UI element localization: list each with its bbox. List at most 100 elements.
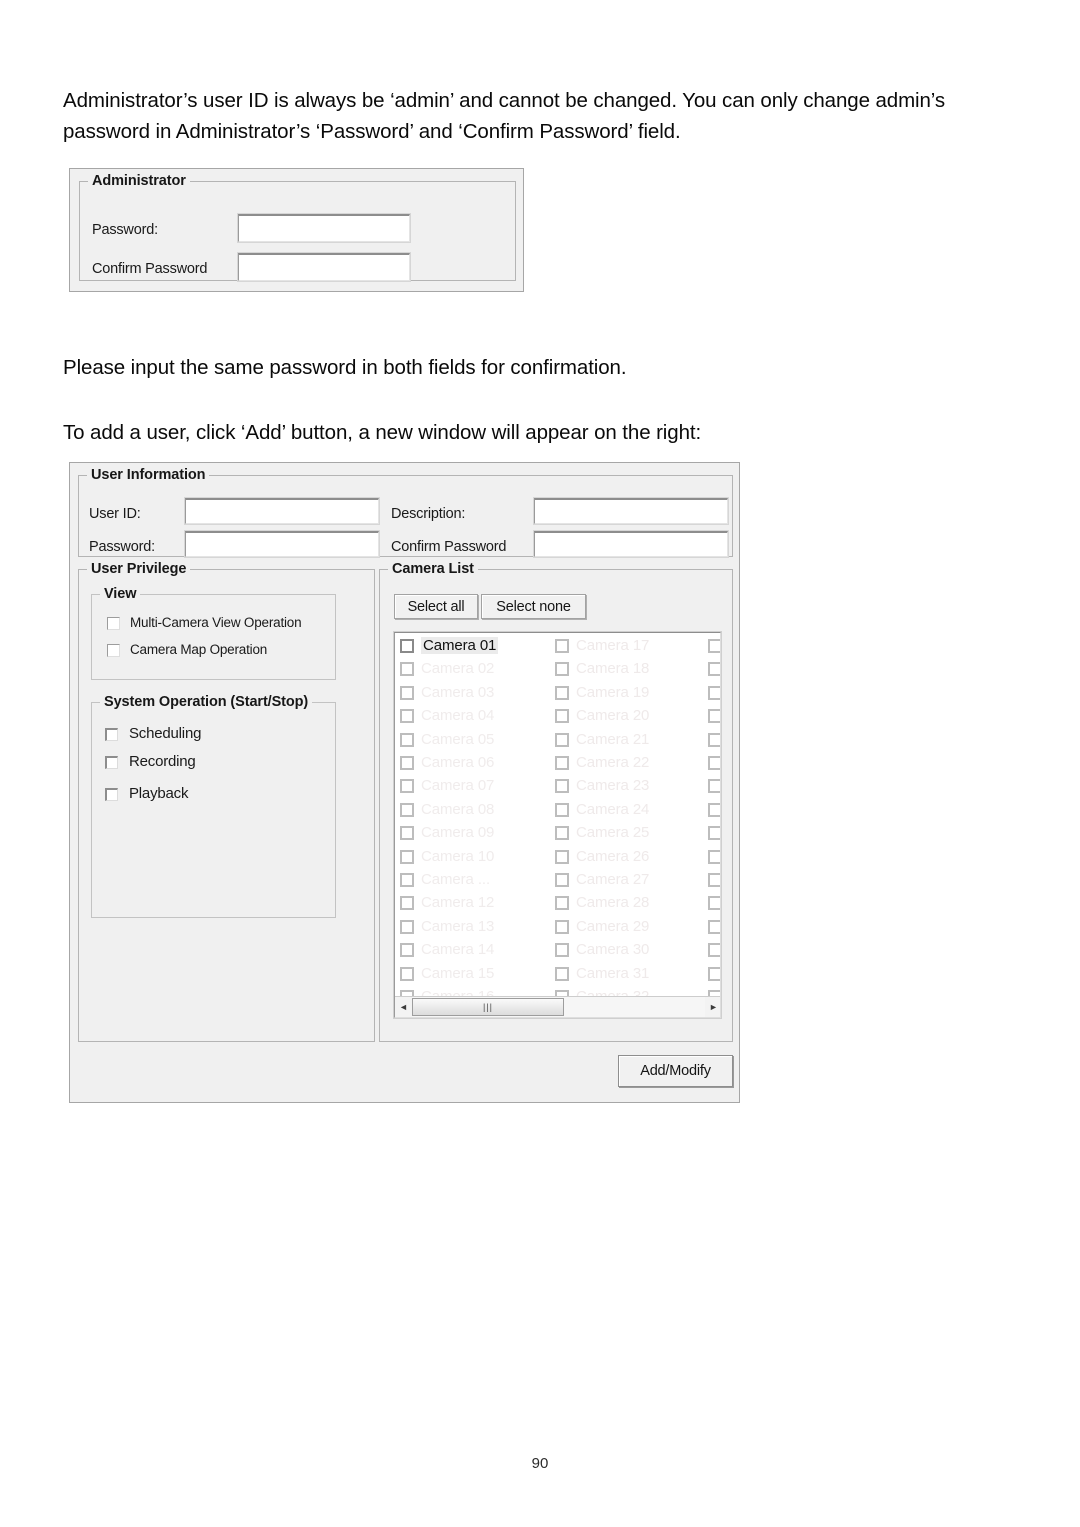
camera-checkbox[interactable] bbox=[555, 685, 569, 700]
camera-checkbox[interactable] bbox=[708, 849, 720, 864]
scroll-right-arrow-icon[interactable]: ► bbox=[705, 997, 720, 1017]
checkbox-camera-map-operation[interactable] bbox=[107, 644, 120, 657]
camera-label[interactable]: Camera 28 bbox=[576, 894, 649, 911]
checkbox-scheduling[interactable] bbox=[105, 728, 118, 741]
camera-checkbox[interactable] bbox=[708, 732, 720, 747]
scroll-left-arrow-icon[interactable]: ◄ bbox=[395, 997, 412, 1017]
camera-checkbox[interactable] bbox=[555, 896, 569, 911]
user-confirm-password-input[interactable] bbox=[533, 530, 729, 558]
camera-checkbox[interactable] bbox=[708, 802, 720, 817]
camera-checkbox[interactable] bbox=[555, 756, 569, 770]
camera-checkbox[interactable] bbox=[400, 756, 414, 770]
camera-checkbox[interactable] bbox=[708, 756, 720, 770]
label-camera-map-operation: Camera Map Operation bbox=[130, 642, 268, 657]
camera-checkbox[interactable] bbox=[555, 966, 569, 981]
camera-label[interactable]: Camera 08 bbox=[421, 801, 494, 818]
camera-label[interactable]: Camera 04 bbox=[421, 707, 494, 724]
camera-label[interactable]: Camera 07 bbox=[421, 777, 494, 794]
camera-checkbox[interactable] bbox=[400, 685, 414, 700]
camera-checkbox[interactable] bbox=[400, 966, 414, 981]
camera-label[interactable]: Camera 27 bbox=[576, 871, 649, 888]
camera-label[interactable]: Camera 19 bbox=[576, 684, 649, 701]
camera-checkbox[interactable] bbox=[555, 919, 569, 934]
camera-checkbox[interactable] bbox=[555, 732, 569, 747]
add-modify-button[interactable]: Add/Modify bbox=[618, 1055, 733, 1087]
checkbox-recording[interactable] bbox=[105, 756, 118, 769]
camera-checkbox[interactable] bbox=[400, 779, 414, 794]
camera-label[interactable]: Camera 17 bbox=[576, 637, 649, 654]
camera-checkbox[interactable] bbox=[708, 639, 720, 653]
camera-checkbox[interactable] bbox=[555, 943, 569, 958]
camera-label[interactable]: Camera 25 bbox=[576, 824, 649, 841]
camera-checkbox[interactable] bbox=[708, 873, 720, 887]
camera-label[interactable]: Camera 24 bbox=[576, 801, 649, 818]
camera-label[interactable]: Camera 30 bbox=[576, 941, 649, 958]
camera-label[interactable]: Camera 01 bbox=[421, 637, 499, 654]
system-operation-group-title: System Operation (Start/Stop) bbox=[100, 694, 313, 710]
camera-label[interactable]: Camera 23 bbox=[576, 777, 649, 794]
camera-checkbox[interactable] bbox=[555, 662, 569, 677]
camera-label[interactable]: Camera 31 bbox=[576, 965, 649, 982]
camera-checkbox[interactable] bbox=[400, 943, 414, 958]
camera-checkbox[interactable] bbox=[708, 943, 720, 958]
camera-checkbox[interactable] bbox=[708, 779, 720, 794]
camera-label[interactable]: Camera 14 bbox=[421, 941, 494, 958]
camera-checkbox[interactable] bbox=[708, 709, 720, 724]
select-all-button[interactable]: Select all bbox=[394, 594, 478, 619]
camera-label[interactable]: Camera 03 bbox=[421, 684, 494, 701]
camera-label[interactable]: Camera 15 bbox=[421, 965, 494, 982]
camera-label[interactable]: Camera 18 bbox=[576, 660, 649, 677]
administrator-group-title: Administrator bbox=[88, 173, 190, 189]
checkbox-playback[interactable] bbox=[105, 788, 118, 801]
camera-label[interactable]: Camera 26 bbox=[576, 848, 649, 865]
intro-paragraph: Administrator’s user ID is always be ‘ad… bbox=[63, 88, 946, 143]
camera-checkbox[interactable] bbox=[708, 685, 720, 700]
camera-checkbox[interactable] bbox=[555, 802, 569, 817]
camera-checkbox[interactable] bbox=[400, 919, 414, 934]
camera-label[interactable]: Camera 29 bbox=[576, 918, 649, 935]
camera-label[interactable]: Camera 21 bbox=[576, 731, 649, 748]
camera-label[interactable]: Camera 12 bbox=[421, 894, 494, 911]
camera-checkbox[interactable] bbox=[555, 709, 569, 724]
camera-label[interactable]: Camera 05 bbox=[421, 731, 494, 748]
camera-checkbox[interactable] bbox=[400, 732, 414, 747]
camera-label[interactable]: Camera 06 bbox=[421, 754, 494, 771]
camera-label[interactable]: Camera 02 bbox=[421, 660, 494, 677]
admin-password-input[interactable] bbox=[237, 213, 411, 243]
camera-checkbox[interactable] bbox=[400, 873, 414, 887]
camera-label[interactable]: Camera 09 bbox=[421, 824, 494, 841]
camera-checkbox[interactable] bbox=[708, 966, 720, 981]
checkbox-multi-camera-view-operation[interactable] bbox=[107, 617, 120, 630]
administrator-dialog: Administrator Password: Confirm Password bbox=[69, 168, 525, 293]
camera-checkbox[interactable] bbox=[400, 639, 414, 653]
camera-checkbox[interactable] bbox=[400, 802, 414, 817]
camera-checkbox[interactable] bbox=[708, 919, 720, 934]
user-password-input[interactable] bbox=[184, 530, 380, 558]
camera-checkbox[interactable] bbox=[555, 639, 569, 653]
admin-confirm-password-input[interactable] bbox=[237, 252, 411, 282]
user-id-input[interactable] bbox=[184, 497, 380, 525]
camera-checkbox[interactable] bbox=[400, 709, 414, 724]
camera-list-box[interactable]: Camera 01 Camera 02 Camera 03 Camera 04 Came… bbox=[393, 631, 722, 1019]
select-none-button[interactable]: Select none bbox=[481, 594, 586, 619]
camera-checkbox[interactable] bbox=[708, 826, 720, 841]
camera-checkbox[interactable] bbox=[400, 896, 414, 911]
camera-label[interactable]: Camera ... bbox=[421, 871, 490, 888]
camera-checkbox[interactable] bbox=[400, 849, 414, 864]
camera-checkbox[interactable] bbox=[555, 873, 569, 887]
camera-checkbox[interactable] bbox=[400, 662, 414, 677]
camera-label[interactable]: Camera 20 bbox=[576, 707, 649, 724]
scrollbar-track[interactable]: ||| bbox=[412, 997, 705, 1017]
camera-checkbox[interactable] bbox=[555, 779, 569, 794]
camera-checkbox[interactable] bbox=[708, 662, 720, 677]
description-input[interactable] bbox=[533, 497, 729, 525]
camera-checkbox[interactable] bbox=[400, 826, 414, 841]
camera-label[interactable]: Camera 22 bbox=[576, 754, 649, 771]
camera-checkbox[interactable] bbox=[555, 849, 569, 864]
camera-checkbox[interactable] bbox=[708, 896, 720, 911]
camera-label[interactable]: Camera 13 bbox=[421, 918, 494, 935]
scrollbar-thumb[interactable]: ||| bbox=[412, 998, 564, 1016]
camera-list-horizontal-scrollbar[interactable]: ◄ ||| ► bbox=[395, 996, 720, 1017]
camera-checkbox[interactable] bbox=[555, 826, 569, 841]
camera-label[interactable]: Camera 10 bbox=[421, 848, 494, 865]
